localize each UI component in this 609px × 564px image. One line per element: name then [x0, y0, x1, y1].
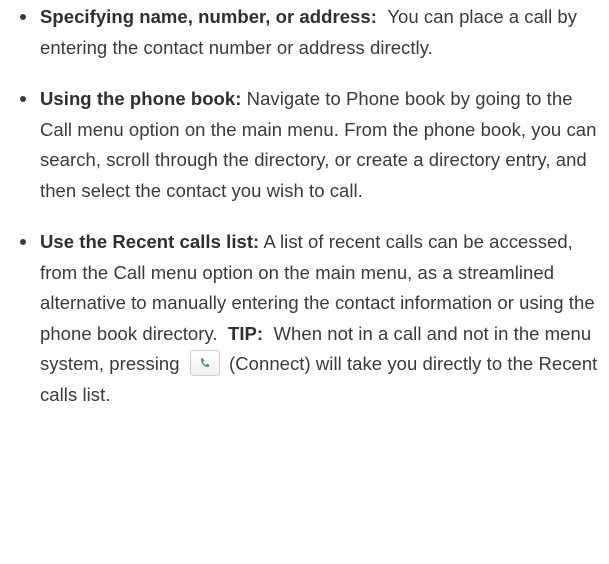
tip-label: TIP:: [228, 322, 264, 344]
list-item: Use the Recent calls list: A list of rec…: [18, 227, 603, 410]
bullet-icon: [20, 14, 26, 20]
list-item: Specifying name, number, or address: You…: [18, 2, 603, 63]
connect-call-icon: [189, 350, 220, 376]
document-page: Specifying name, number, or address: You…: [0, 0, 609, 564]
bullet-list: Specifying name, number, or address: You…: [18, 2, 603, 431]
bullet-term: Use the Recent calls list:: [40, 231, 260, 252]
bullet-term: Using the phone book:: [40, 88, 242, 109]
bullet-term: Specifying name, number, or address:: [40, 6, 377, 27]
bullet-icon: [20, 239, 26, 245]
bullet-icon: [20, 96, 26, 102]
list-item: Using the phone book: Navigate to Phone …: [18, 84, 603, 206]
